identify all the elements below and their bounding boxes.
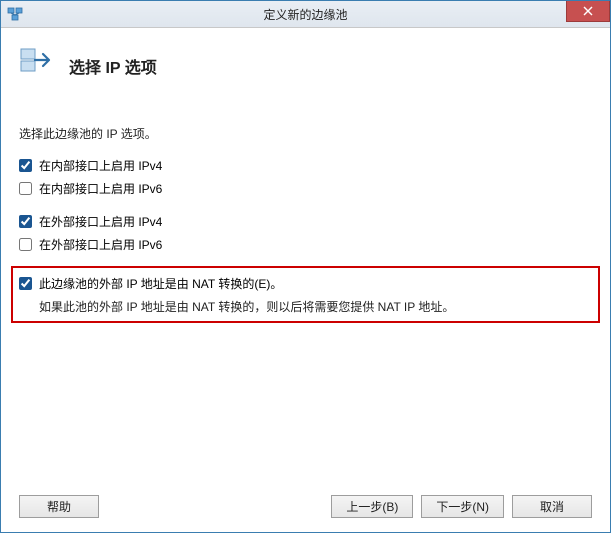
window-title: 定义新的边缘池 xyxy=(1,6,610,23)
close-icon xyxy=(583,6,593,16)
cancel-button[interactable]: 取消 xyxy=(512,495,592,518)
page-heading: 选择 IP 选项 xyxy=(69,54,157,78)
checkbox-internal-ipv4[interactable] xyxy=(19,159,32,172)
titlebar: 定义新的边缘池 xyxy=(1,1,610,28)
nat-highlight-box: 此边缘池的外部 IP 地址是由 NAT 转换的(E)。 如果此池的外部 IP 地… xyxy=(11,266,600,323)
checkbox-external-ipv4[interactable] xyxy=(19,215,32,228)
option-external-ipv6: 在外部接口上启用 IPv6 xyxy=(19,233,592,256)
app-icon xyxy=(7,6,23,22)
button-bar: 帮助 上一步(B) 下一步(N) 取消 xyxy=(1,480,610,532)
option-nat: 此边缘池的外部 IP 地址是由 NAT 转换的(E)。 xyxy=(19,272,592,295)
options-group: 在内部接口上启用 IPv4 在内部接口上启用 IPv6 在外部接口上启用 IPv… xyxy=(19,154,592,323)
help-button[interactable]: 帮助 xyxy=(19,495,99,518)
content-area: 选择 IP 选项 选择此边缘池的 IP 选项。 在内部接口上启用 IPv4 在内… xyxy=(1,28,610,480)
option-external-ipv4: 在外部接口上启用 IPv4 xyxy=(19,210,592,233)
label-external-ipv4: 在外部接口上启用 IPv4 xyxy=(39,213,162,230)
option-internal-ipv4: 在内部接口上启用 IPv4 xyxy=(19,154,592,177)
checkbox-external-ipv6[interactable] xyxy=(19,238,32,251)
option-internal-ipv6: 在内部接口上启用 IPv6 xyxy=(19,177,592,200)
label-internal-ipv6: 在内部接口上启用 IPv6 xyxy=(39,180,162,197)
instruction-text: 选择此边缘池的 IP 选项。 xyxy=(19,125,592,142)
nat-note-text: 如果此池的外部 IP 地址是由 NAT 转换的，则以后将需要您提供 NAT IP… xyxy=(39,298,592,315)
checkbox-internal-ipv6[interactable] xyxy=(19,182,32,195)
wizard-header: 选择 IP 选项 xyxy=(19,28,592,97)
label-external-ipv6: 在外部接口上启用 IPv6 xyxy=(39,236,162,253)
checkbox-nat[interactable] xyxy=(19,277,32,290)
close-button[interactable] xyxy=(566,1,610,22)
back-button[interactable]: 上一步(B) xyxy=(331,495,413,518)
label-nat: 此边缘池的外部 IP 地址是由 NAT 转换的(E)。 xyxy=(39,275,282,292)
label-internal-ipv4: 在内部接口上启用 IPv4 xyxy=(39,157,162,174)
wizard-icon xyxy=(19,46,55,85)
wizard-window: 定义新的边缘池 选择 IP 选项 选择此边缘池的 IP 选项。 在 xyxy=(0,0,611,533)
next-button[interactable]: 下一步(N) xyxy=(421,495,504,518)
